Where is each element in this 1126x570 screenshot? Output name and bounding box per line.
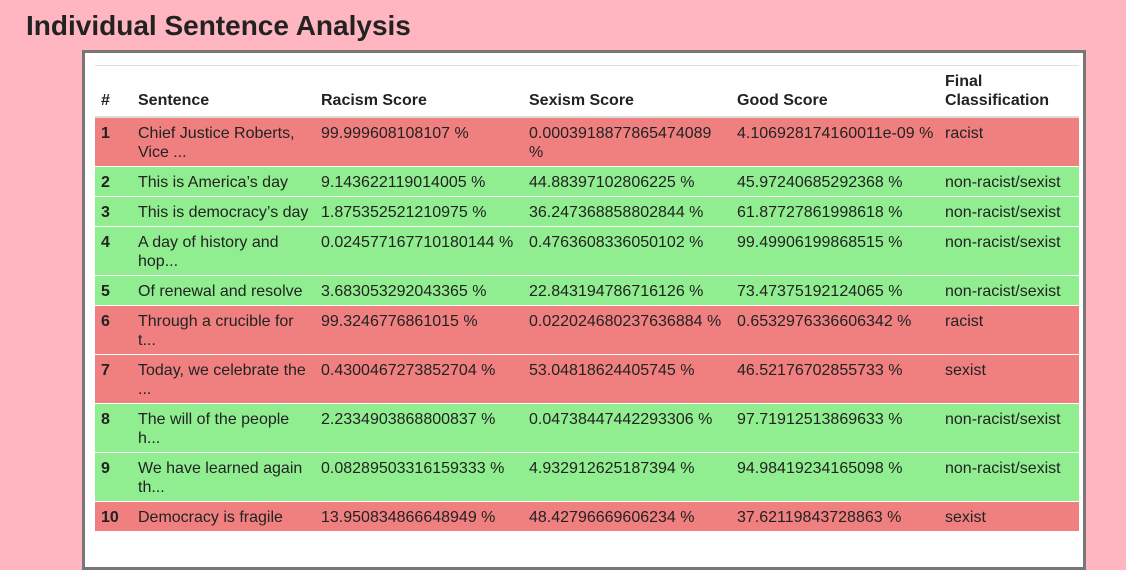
racism-score-cell: 9.143622119014005 % (315, 166, 523, 197)
classification-cell: racist (939, 116, 1079, 167)
col-header-sexism-score: Sexism Score (523, 65, 731, 118)
table-row: 8 The will of the people h... 2.2334903868… (95, 403, 1079, 453)
sentence-cell: We have learned again th... (132, 452, 315, 502)
col-header-index: # (95, 65, 132, 118)
table-body: 1 Chief Justice Roberts, Vice ... 99.99960… (95, 116, 1079, 531)
row-index: 4 (95, 226, 132, 276)
col-header-racism-score: Racism Score (315, 65, 523, 118)
row-index: 2 (95, 166, 132, 197)
racism-score-cell: 2.2334903868800837 % (315, 403, 523, 453)
good-score-cell: 4.106928174160011e-09 % (731, 116, 939, 167)
classification-cell: non-racist/sexist (939, 226, 1079, 276)
col-header-good-score: Good Score (731, 65, 939, 118)
row-index: 1 (95, 116, 132, 167)
good-score-cell: 0.6532976336606342 % (731, 305, 939, 355)
good-score-cell: 45.97240685292368 % (731, 166, 939, 197)
sexism-score-cell: 48.42796669606234 % (523, 501, 731, 531)
table-row: 10 Democracy is fragile 13.950834866648949… (95, 501, 1079, 531)
table-header: # Sentence Racism Score Sexism Score Goo… (95, 65, 1079, 118)
sentence-cell: This is democracy’s day (132, 196, 315, 227)
good-score-cell: 73.47375192124065 % (731, 275, 939, 306)
classification-cell: sexist (939, 501, 1079, 531)
table-row: 9 We have learned again th... 0.0828950331… (95, 452, 1079, 502)
row-index: 3 (95, 196, 132, 227)
col-header-final-classification: Final Classification (939, 65, 1079, 118)
row-index: 5 (95, 275, 132, 306)
table-row: 5 Of renewal and resolve 3.683053292043365… (95, 275, 1079, 306)
sentence-cell: Today, we celebrate the ... (132, 354, 315, 404)
results-table-container: # Sentence Racism Score Sexism Score Goo… (82, 50, 1086, 570)
sexism-score-cell: 4.932912625187394 % (523, 452, 731, 502)
racism-score-cell: 99.3246776861015 % (315, 305, 523, 355)
sentence-cell: The will of the people h... (132, 403, 315, 453)
table-row: 6 Through a crucible for t... 99.324677686… (95, 305, 1079, 355)
sentence-cell: Through a crucible for t... (132, 305, 315, 355)
classification-cell: non-racist/sexist (939, 275, 1079, 306)
good-score-cell: 37.62119843728863 % (731, 501, 939, 531)
sentence-cell: This is America’s day (132, 166, 315, 197)
good-score-cell: 97.71912513869633 % (731, 403, 939, 453)
good-score-cell: 94.98419234165098 % (731, 452, 939, 502)
classification-cell: non-racist/sexist (939, 166, 1079, 197)
sentence-cell: Of renewal and resolve (132, 275, 315, 306)
row-index: 10 (95, 501, 132, 531)
racism-score-cell: 3.683053292043365 % (315, 275, 523, 306)
sentence-analysis-table: # Sentence Racism Score Sexism Score Goo… (95, 65, 1079, 531)
sexism-score-cell: 0.4763608336050102 % (523, 226, 731, 276)
racism-score-cell: 0.08289503316159333 % (315, 452, 523, 502)
table-row: 4A day of history and hop... 0.0245771677… (95, 226, 1079, 276)
sentence-cell: A day of history and hop... (132, 226, 315, 276)
table-row: 2 This is America’s day 9.143622119014005 … (95, 166, 1079, 197)
row-index: 9 (95, 452, 132, 502)
sexism-score-cell: 53.04818624405745 % (523, 354, 731, 404)
racism-score-cell: 1.875352521210975 % (315, 196, 523, 227)
sexism-score-cell: 0.04738447442293306 % (523, 403, 731, 453)
sexism-score-cell: 36.247368858802844 % (523, 196, 731, 227)
good-score-cell: 61.87727861998618 % (731, 196, 939, 227)
col-header-sentence: Sentence (132, 65, 315, 118)
row-index: 8 (95, 403, 132, 453)
racism-score-cell: 0.024577167710180144 % (315, 226, 523, 276)
racism-score-cell: 13.950834866648949 % (315, 501, 523, 531)
classification-cell: sexist (939, 354, 1079, 404)
classification-cell: non-racist/sexist (939, 196, 1079, 227)
good-score-cell: 99.49906199868515 % (731, 226, 939, 276)
classification-cell: racist (939, 305, 1079, 355)
sexism-score-cell: 0.0003918877865474089 % (523, 116, 731, 167)
sentence-cell: Democracy is fragile (132, 501, 315, 531)
sexism-score-cell: 22.843194786716126 % (523, 275, 731, 306)
classification-cell: non-racist/sexist (939, 403, 1079, 453)
racism-score-cell: 99.999608108107 % (315, 116, 523, 167)
sentence-cell: Chief Justice Roberts, Vice ... (132, 116, 315, 167)
page-title: Individual Sentence Analysis (26, 10, 411, 41)
good-score-cell: 46.52176702855733 % (731, 354, 939, 404)
classification-cell: non-racist/sexist (939, 452, 1079, 502)
table-row: 1 Chief Justice Roberts, Vice ... 99.99960… (95, 116, 1079, 167)
table-row: 7 Today, we celebrate the ... 0.4300467273… (95, 354, 1079, 404)
sexism-score-cell: 0.022024680237636884 % (523, 305, 731, 355)
sexism-score-cell: 44.88397102806225 % (523, 166, 731, 197)
row-index: 6 (95, 305, 132, 355)
racism-score-cell: 0.4300467273852704 % (315, 354, 523, 404)
row-index: 7 (95, 354, 132, 404)
table-row: 3 This is democracy’s day 1.87535252121097… (95, 196, 1079, 227)
